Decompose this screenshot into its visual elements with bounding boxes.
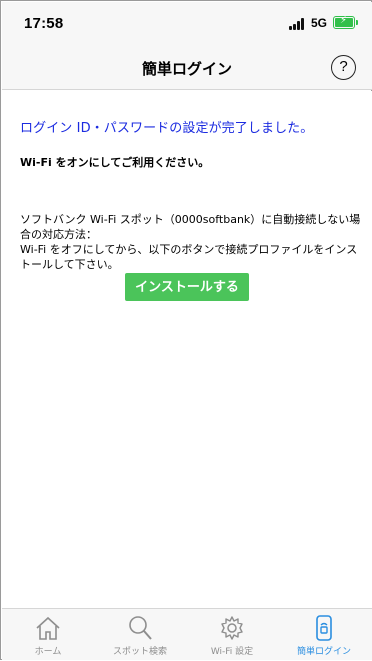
tab-easy-login[interactable]: 簡単ログイン	[278, 609, 370, 661]
page-title: 簡単ログイン	[141, 60, 232, 78]
tab-home[interactable]: ホーム	[2, 609, 94, 661]
completion-message: ログイン ID・パスワードの設定が完了しました。	[20, 121, 314, 136]
tab-label: Wi-Fi 設定	[210, 647, 254, 657]
install-button[interactable]: インストールする	[125, 273, 249, 301]
battery-tip	[356, 20, 358, 25]
wifi-instruction: Wi-Fi をオンにしてご利用ください。	[20, 156, 210, 169]
gear-icon	[221, 616, 243, 640]
nav-bar: 簡単ログイン ?	[2, 46, 372, 90]
tab-label: ホーム	[34, 647, 62, 657]
tab-wifi-settings[interactable]: Wi-Fi 設定	[186, 609, 278, 661]
note-line: トールして下さい。	[20, 258, 119, 271]
tab-label: 簡単ログイン	[296, 647, 351, 657]
main-content: ログイン ID・パスワードの設定が完了しました。 Wi-Fi をオンにしてご利用…	[2, 91, 372, 609]
home-icon	[36, 616, 60, 640]
note-line: 合の対応方法：	[20, 228, 97, 241]
battery-charging-icon: ⚡	[333, 15, 355, 29]
network-type: 5G	[311, 16, 328, 30]
phone-login-icon	[316, 615, 332, 641]
search-icon	[129, 616, 152, 640]
status-time: 17:58	[24, 15, 64, 32]
phone-screen: 17:58 5G ⚡ 簡単ログイン ? ログイン ID・パスワードの設定が完了し…	[0, 0, 372, 660]
signal-icon	[289, 18, 307, 30]
note-line: ソフトバンク Wi-Fi スポット（0000softbank）に自動接続しない場	[20, 213, 361, 226]
status-bar: 17:58 5G ⚡	[2, 2, 372, 46]
help-button[interactable]: ?	[331, 55, 356, 80]
note-line: Wi-Fi をオフにしてから、以下のボタンで接続プロファイルをインス	[20, 243, 358, 256]
tab-bar: ホーム スポット検索 Wi-Fi 設定 簡単ログイン	[2, 608, 372, 660]
fallback-instructions: ソフトバンク Wi-Fi スポット（0000softbank）に自動接続しない場…	[20, 212, 362, 272]
tab-label: スポット検索	[112, 647, 167, 657]
tab-spot-search[interactable]: スポット検索	[94, 609, 186, 661]
